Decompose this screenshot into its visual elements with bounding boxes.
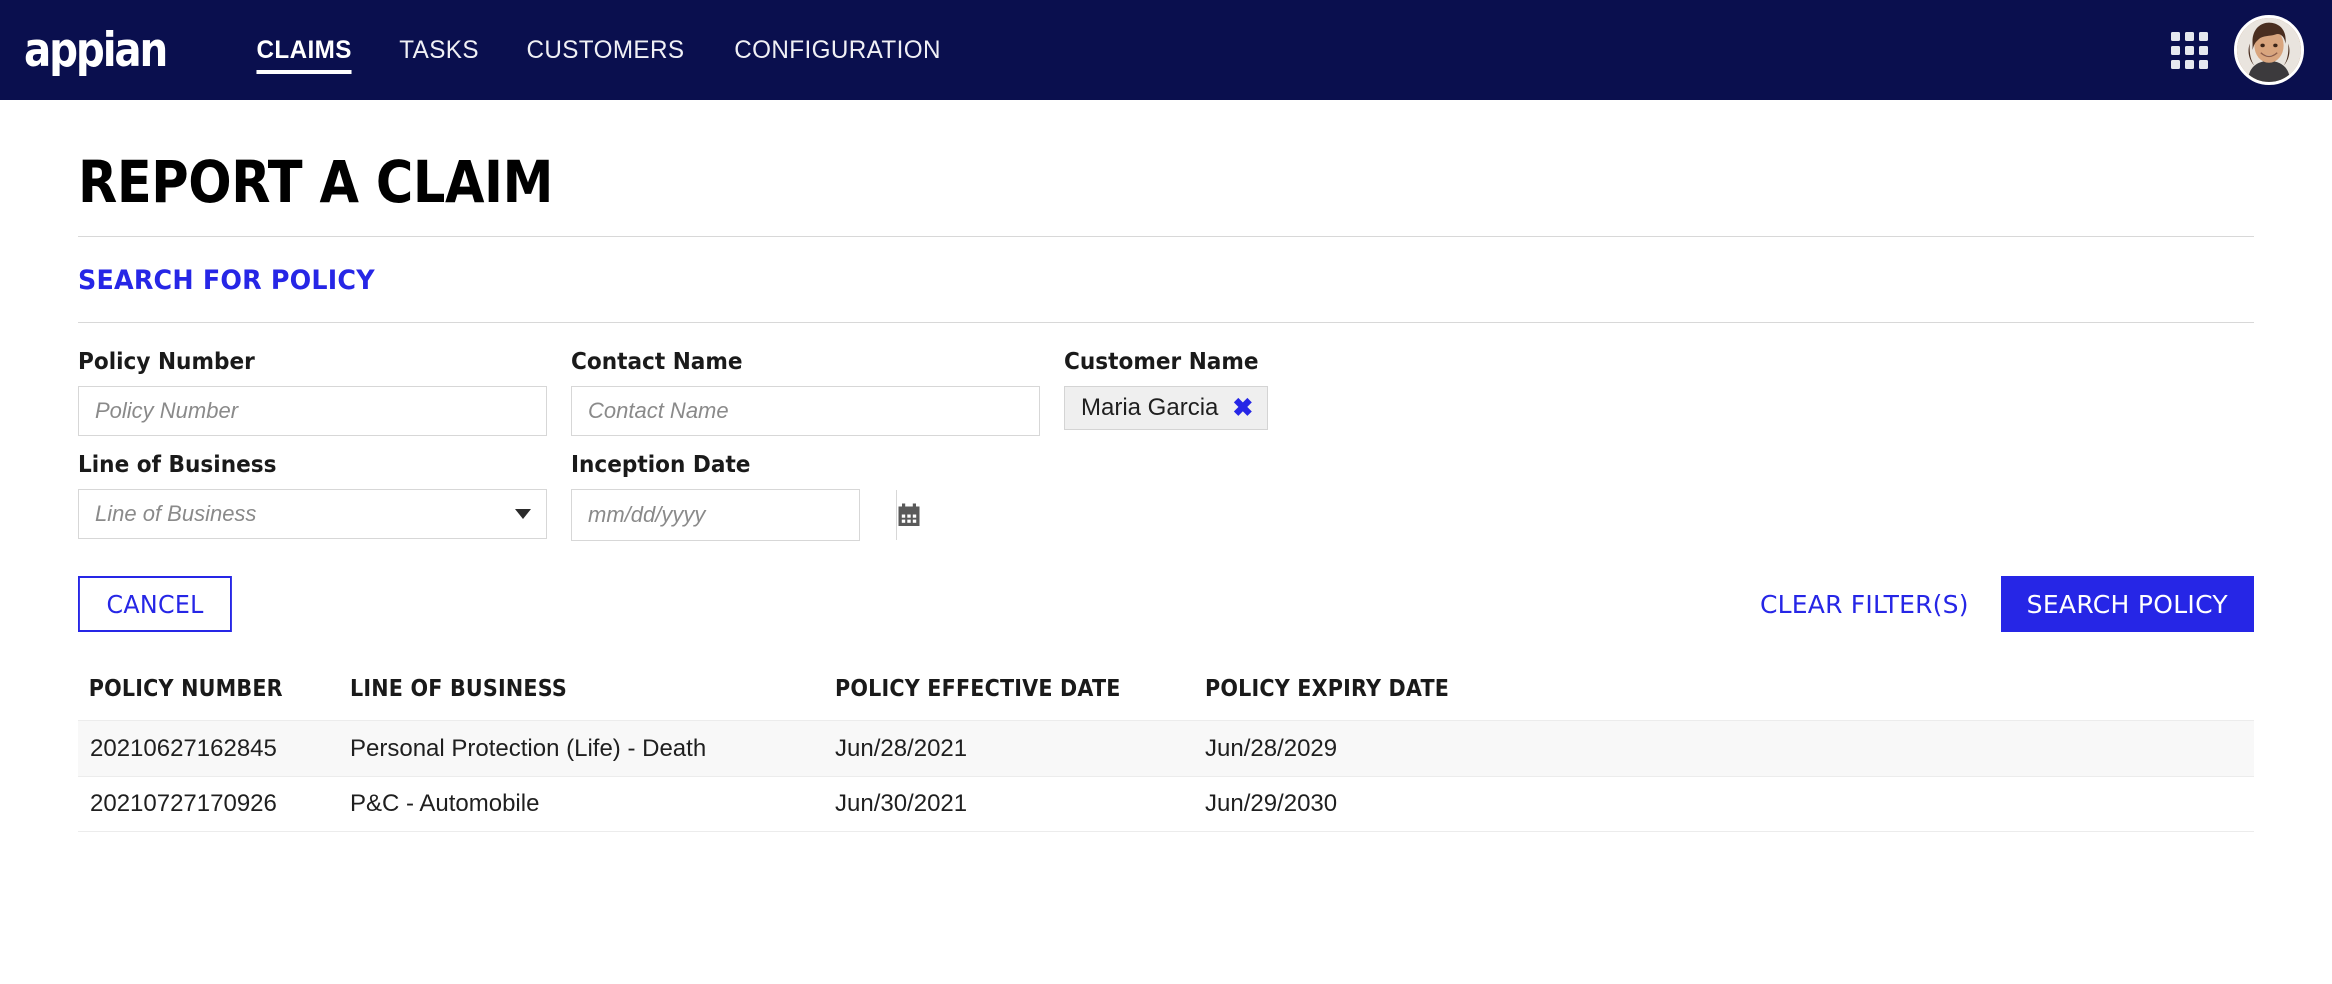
nav-tab-configuration[interactable]: CONFIGURATION bbox=[712, 0, 961, 100]
grid-cell bbox=[2185, 45, 2194, 55]
calendar-glyph bbox=[898, 503, 920, 526]
policy-number-input[interactable] bbox=[78, 386, 547, 436]
user-avatar[interactable] bbox=[2234, 15, 2304, 85]
form-row-1: Policy Number Contact Name Customer Name… bbox=[78, 349, 2254, 436]
policy-results-table: POLICY NUMBER LINE OF BUSINESS POLICY EF… bbox=[78, 676, 2254, 832]
table-header-row: POLICY NUMBER LINE OF BUSINESS POLICY EF… bbox=[78, 676, 2254, 720]
cell-policy-number: 20210627162845 bbox=[90, 734, 277, 762]
page-content: REPORT A CLAIM SEARCH FOR POLICY Policy … bbox=[0, 100, 2332, 832]
calendar-icon[interactable] bbox=[896, 490, 921, 540]
form-action-bar: CANCEL CLEAR FILTER(S) SEARCH POLICY bbox=[78, 576, 2254, 632]
appian-logo[interactable]: appian bbox=[24, 27, 168, 74]
clear-filters-button[interactable]: CLEAR FILTER(S) bbox=[1750, 576, 1979, 632]
customer-name-label: Customer Name bbox=[1064, 349, 1259, 375]
form-row-2-spacer bbox=[1064, 452, 1557, 541]
line-of-business-label: Line of Business bbox=[78, 452, 277, 478]
cancel-button[interactable]: CANCEL bbox=[78, 576, 233, 632]
grid-cell bbox=[2199, 45, 2208, 55]
inception-date-input[interactable] bbox=[572, 490, 896, 540]
grid-cell bbox=[2171, 59, 2180, 69]
field-policy-number: Policy Number bbox=[78, 349, 571, 436]
top-navigation-bar: appian CLAIMS TASKS CUSTOMERS CONFIGURAT… bbox=[0, 0, 2332, 100]
contact-name-input[interactable] bbox=[571, 386, 1040, 436]
grid-cell bbox=[2185, 31, 2194, 41]
cell-policy-number: 20210727170926 bbox=[90, 790, 277, 817]
nav-right-controls bbox=[2171, 15, 2304, 85]
field-inception-date: Inception Date bbox=[571, 452, 1064, 541]
inception-date-label: Inception Date bbox=[571, 452, 751, 478]
nav-tab-customers-label: CUSTOMERS bbox=[526, 35, 685, 64]
search-form: Policy Number Contact Name Customer Name… bbox=[78, 323, 2254, 632]
cell-policy-effective-date: Jun/28/2021 bbox=[835, 734, 968, 762]
grid-cell bbox=[2199, 59, 2208, 69]
inception-date-wrap bbox=[571, 489, 921, 541]
nav-tab-customers[interactable]: CUSTOMERS bbox=[505, 0, 706, 100]
table-row[interactable]: 20210627162845 Personal Protection (Life… bbox=[78, 720, 2254, 776]
nav-tab-tasks-label: TASKS bbox=[398, 35, 479, 64]
section-title-search-for-policy: SEARCH FOR POLICY bbox=[78, 265, 375, 296]
field-contact-name: Contact Name bbox=[571, 349, 1064, 436]
avatar-photo-icon bbox=[2237, 18, 2301, 82]
table-row[interactable]: 20210727170926 P&C - Automobile Jun/30/2… bbox=[78, 776, 2254, 832]
nav-tab-claims[interactable]: CLAIMS bbox=[235, 0, 373, 100]
grid-apps-icon[interactable] bbox=[2171, 31, 2208, 69]
grid-cell bbox=[2185, 59, 2194, 69]
cell-line-of-business: P&C - Automobile bbox=[350, 790, 540, 817]
nav-tab-configuration-label: CONFIGURATION bbox=[733, 35, 941, 64]
column-header-line-of-business: LINE OF BUSINESS bbox=[350, 676, 567, 702]
form-row-2: Line of Business Inception Date bbox=[78, 452, 2254, 541]
cell-line-of-business: Personal Protection (Life) - Death bbox=[350, 734, 707, 762]
cell-policy-expiry-date: Jun/28/2029 bbox=[1205, 734, 1338, 762]
customer-name-chip[interactable]: Maria Garcia ✖ bbox=[1064, 386, 1269, 430]
grid-cell bbox=[2199, 31, 2208, 41]
line-of-business-select[interactable] bbox=[78, 489, 547, 539]
cell-policy-effective-date: Jun/30/2021 bbox=[835, 790, 968, 817]
column-header-policy-number: POLICY NUMBER bbox=[88, 676, 283, 702]
column-header-policy-expiry-date: POLICY EXPIRY DATE bbox=[1205, 676, 1450, 702]
grid-cell bbox=[2171, 31, 2180, 41]
customer-name-chip-label: Maria Garcia bbox=[1081, 394, 1219, 421]
search-policy-button[interactable]: SEARCH POLICY bbox=[2000, 576, 2254, 632]
form-primary-actions: CLEAR FILTER(S) SEARCH POLICY bbox=[1750, 576, 2254, 632]
field-line-of-business: Line of Business bbox=[78, 452, 571, 541]
contact-name-label: Contact Name bbox=[571, 349, 743, 375]
field-customer-name: Customer Name Maria Garcia ✖ bbox=[1064, 349, 1557, 436]
line-of-business-select-wrap bbox=[78, 489, 547, 539]
policy-number-label: Policy Number bbox=[78, 349, 255, 375]
page-title: REPORT A CLAIM bbox=[78, 148, 553, 216]
column-header-policy-effective-date: POLICY EFFECTIVE DATE bbox=[835, 676, 1121, 702]
nav-tab-claims-label: CLAIMS bbox=[256, 35, 353, 64]
cell-policy-expiry-date: Jun/29/2030 bbox=[1205, 790, 1338, 817]
grid-cell bbox=[2171, 45, 2180, 55]
main-nav-tabs: CLAIMS TASKS CUSTOMERS CONFIGURATION bbox=[233, 0, 965, 100]
close-x-icon[interactable]: ✖ bbox=[1232, 395, 1253, 421]
nav-tab-tasks[interactable]: TASKS bbox=[377, 0, 499, 100]
